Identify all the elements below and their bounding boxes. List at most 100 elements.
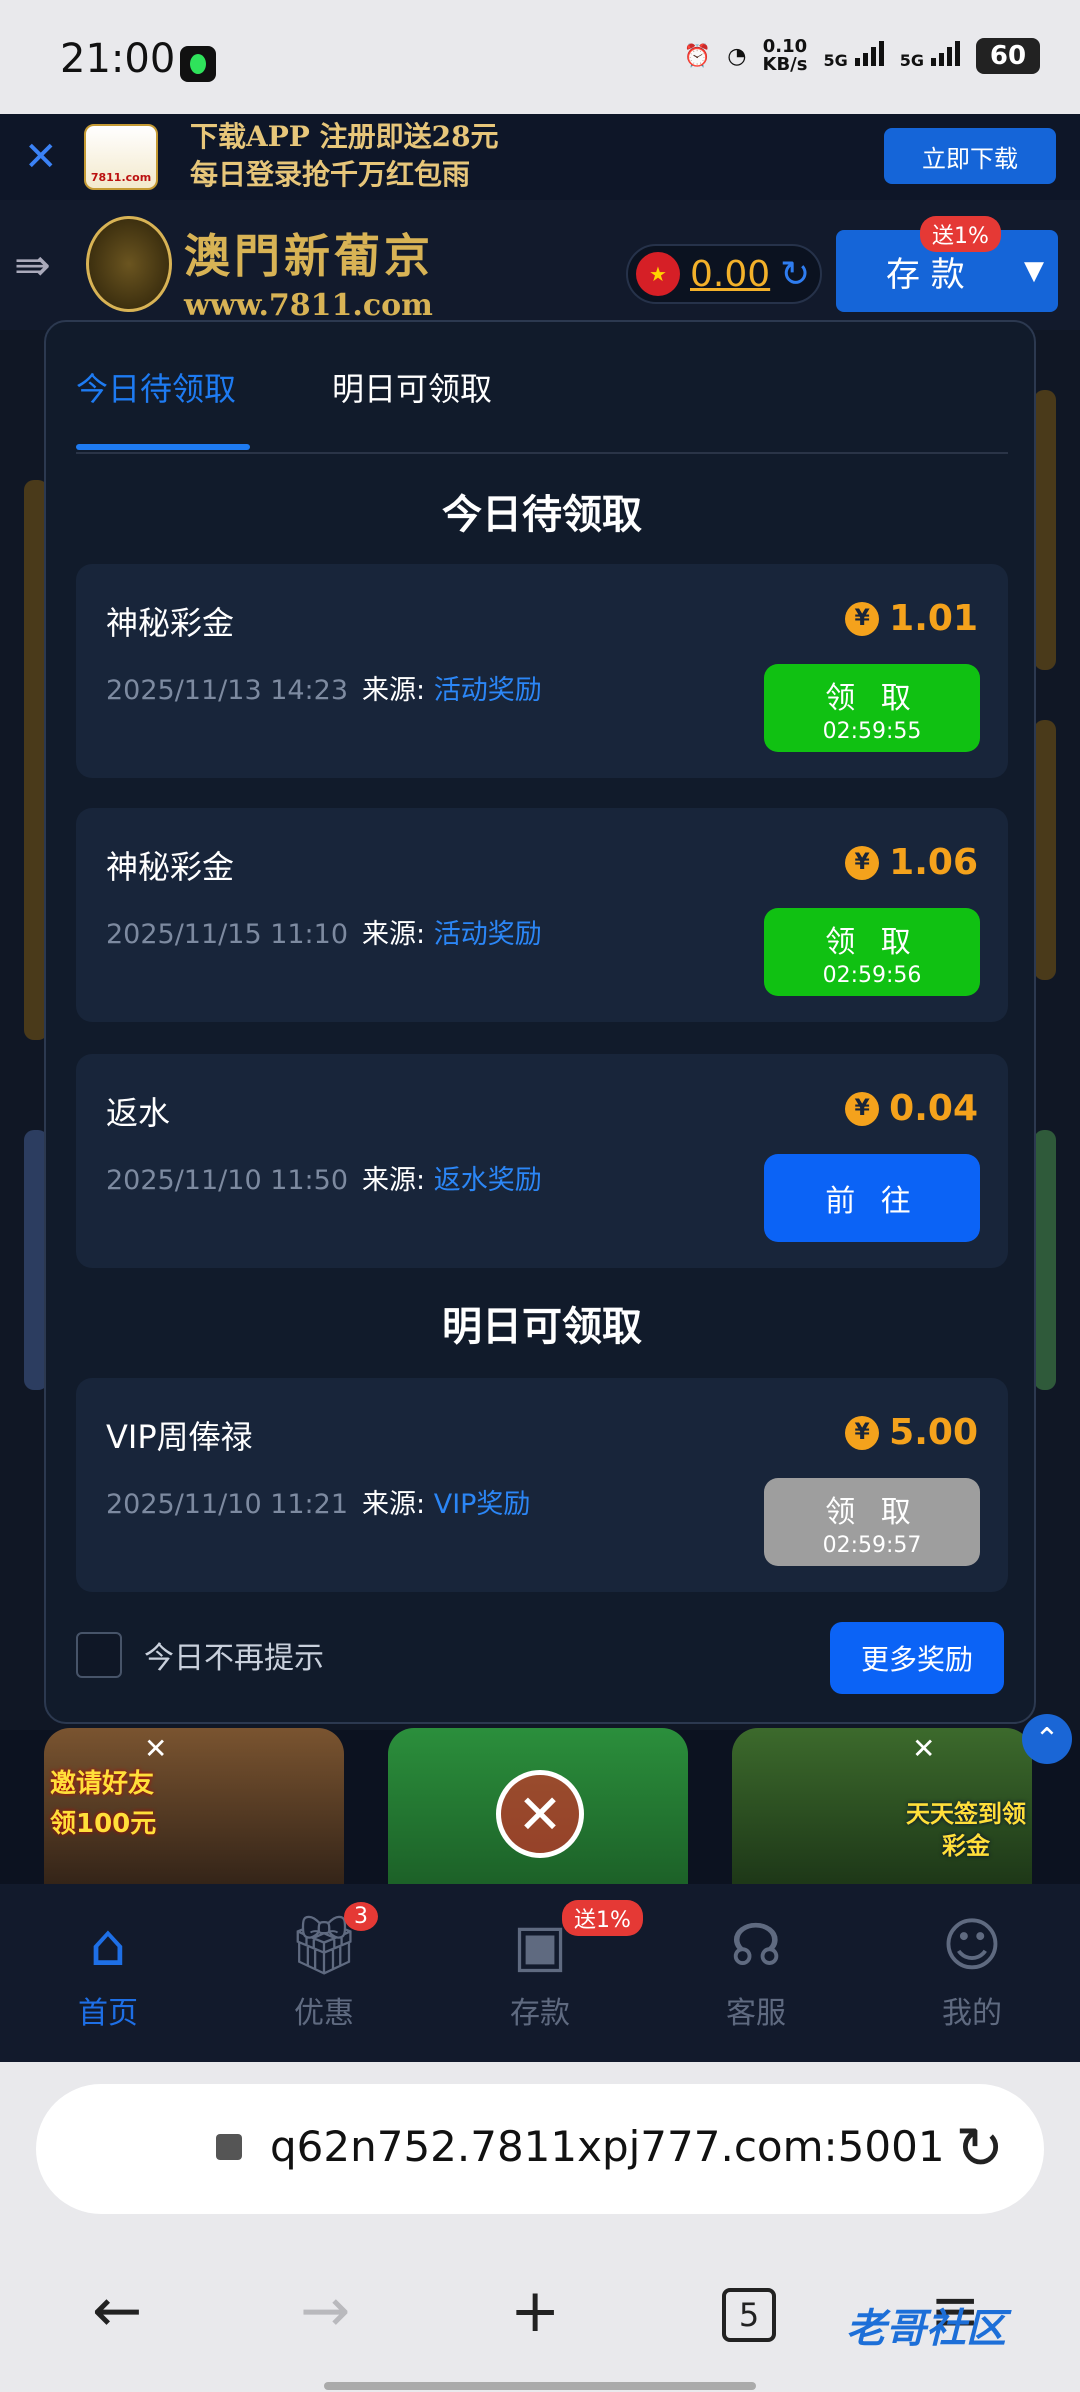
url-text[interactable]: q62n752.7811xpj777.com:5001 xyxy=(270,2122,945,2171)
invite-promo: 邀请好友领100元 xyxy=(50,1764,156,1844)
close-icon[interactable]: ✕ xyxy=(912,1732,935,1765)
background-tile xyxy=(1034,720,1056,980)
headset-icon: ☊ xyxy=(730,1911,782,1979)
reload-icon[interactable]: ↻ xyxy=(955,2114,1004,2182)
reward-name: 神秘彩金 xyxy=(106,604,235,642)
claim-label: 领 取 xyxy=(825,680,919,716)
reward-amount-value: 1.06 xyxy=(889,842,978,883)
claim-countdown: 02:59:55 xyxy=(822,718,922,744)
signal-2-label: 5G xyxy=(899,51,924,70)
nav-profile[interactable]: ☺ 我的 xyxy=(892,1908,1052,2032)
reward-meta: 2025/11/10 11:21 来源: VIP奖励 xyxy=(106,1482,530,1521)
tab-tomorrow[interactable]: 明日可领取 xyxy=(332,364,492,410)
go-label: 前 往 xyxy=(825,1184,919,1219)
chevron-down-icon[interactable]: ▼ xyxy=(1024,256,1044,286)
rewards-modal: 今日待领取 明日可领取 今日待领取 神秘彩金 ¥1.01 2025/11/13 … xyxy=(44,320,1036,1724)
status-icons: ⏰ ◔ 0.10 KB/s 5G 5G 60 xyxy=(684,38,1040,74)
invite-promo-line-1: 邀请好友 xyxy=(50,1769,155,1799)
claim-countdown: 02:59:56 xyxy=(822,962,922,988)
tab-today[interactable]: 今日待领取 xyxy=(76,364,236,410)
user-icon: ☺ xyxy=(941,1911,1003,1979)
dont-show-checkbox[interactable] xyxy=(76,1632,122,1678)
site-header: ⇛ 澳門新葡京 www.7811.com ★ 0.00 ↻ 存 款 ▼ 送1% xyxy=(0,200,1080,330)
claim-button-disabled[interactable]: 领 取 02:59:57 xyxy=(764,1478,980,1566)
invite-promo-line-2: 领100元 xyxy=(50,1809,157,1839)
scroll-top-icon[interactable]: ⌃ xyxy=(1022,1714,1072,1764)
game-card-signin[interactable]: ✕ 天天签到领 彩金 xyxy=(732,1728,1032,1898)
reward-meta: 2025/11/13 14:23 来源: 活动奖励 xyxy=(106,668,542,707)
reward-datetime: 2025/11/10 11:50 xyxy=(106,1165,349,1196)
reward-source: 活动奖励 xyxy=(433,919,542,950)
speedometer-icon: ◔ xyxy=(727,43,747,69)
reward-meta: 2025/11/10 11:50 来源: 返水奖励 xyxy=(106,1158,542,1197)
menu-icon[interactable]: ⇛ xyxy=(14,240,51,291)
app-notification-icon xyxy=(180,46,216,82)
nav-home[interactable]: ⌂ 首页 xyxy=(28,1908,188,2032)
deposit-badge: 送1% xyxy=(920,216,1001,252)
balance-pill[interactable]: ★ 0.00 ↻ xyxy=(626,244,822,304)
promo-line-2: 每日登录抢千万红包雨 xyxy=(190,158,471,191)
today-section-title: 今日待领取 xyxy=(442,492,642,538)
yen-coin-icon: ¥ xyxy=(845,1091,880,1126)
reward-amount-value: 0.04 xyxy=(889,1088,978,1129)
address-bar[interactable]: q62n752.7811xpj777.com:5001 ↻ xyxy=(36,2084,1044,2214)
refresh-icon[interactable]: ↻ xyxy=(780,254,810,295)
more-rewards-button[interactable]: 更多奖励 xyxy=(830,1622,1004,1694)
claim-countdown: 02:59:57 xyxy=(822,1532,922,1558)
game-card-invite[interactable]: ✕ 邀请好友领100元 xyxy=(44,1728,344,1898)
reward-datetime: 2025/11/13 14:23 xyxy=(106,675,349,706)
source-label: 来源: xyxy=(362,1165,426,1196)
china-flag-icon: ★ xyxy=(636,252,680,296)
nav-deposit-label: 存款 xyxy=(510,1996,570,2031)
deposit-nav-badge: 送1% xyxy=(562,1900,643,1936)
battery-icon: 60 xyxy=(976,38,1040,74)
yen-coin-icon: ¥ xyxy=(845,845,880,880)
dont-show-label: 今日不再提示 xyxy=(144,1641,324,1676)
claim-button[interactable]: 领 取 02:59:55 xyxy=(764,664,980,752)
home-icon: ⌂ xyxy=(89,1911,127,1979)
reward-card: VIP周俸禄 ¥5.00 2025/11/10 11:21 来源: VIP奖励 领… xyxy=(76,1378,1008,1592)
watermark: 老哥社区 xyxy=(846,2306,1006,2352)
tab-count[interactable]: 5 xyxy=(722,2288,776,2342)
go-button[interactable]: 前 往 xyxy=(764,1154,980,1242)
yen-coin-icon: ¥ xyxy=(845,1415,880,1450)
brand-url: www.7811.com xyxy=(184,288,433,323)
nav-home-label: 首页 xyxy=(78,1996,138,2031)
yen-coin-icon: ¥ xyxy=(845,601,880,636)
source-label: 来源: xyxy=(362,919,426,950)
reward-amount: ¥0.04 xyxy=(845,1088,978,1129)
reward-datetime: 2025/11/15 11:10 xyxy=(106,919,349,950)
reward-amount: ¥5.00 xyxy=(845,1412,978,1453)
nav-support[interactable]: ☊ 客服 xyxy=(676,1908,836,2032)
network-speed: 0.10 KB/s xyxy=(763,38,808,74)
forward-icon[interactable]: → xyxy=(300,2276,350,2346)
dont-show-today[interactable]: 今日不再提示 xyxy=(76,1632,324,1678)
source-label: 来源: xyxy=(362,675,426,706)
tomorrow-section-title: 明日可领取 xyxy=(442,1304,642,1350)
speed-unit: KB/s xyxy=(762,54,808,75)
close-icon[interactable]: ✕ xyxy=(144,1732,167,1765)
reward-card: 神秘彩金 ¥1.01 2025/11/13 14:23 来源: 活动奖励 领 取 … xyxy=(76,564,1008,778)
reward-name: 神秘彩金 xyxy=(106,848,235,886)
modal-tabs: 今日待领取 明日可领取 xyxy=(76,322,1008,454)
nav-promotions[interactable]: 🎁︎ 优惠 xyxy=(244,1908,404,2032)
reward-amount-value: 5.00 xyxy=(889,1412,978,1453)
reward-datetime: 2025/11/10 11:21 xyxy=(106,1489,349,1520)
reward-amount: ¥1.01 xyxy=(845,598,978,639)
signal-bars-icon xyxy=(931,40,960,66)
signal-bars-icon xyxy=(854,40,884,66)
download-now-button[interactable]: 立即下载 xyxy=(884,128,1056,184)
signin-promo-line-1: 天天签到领 xyxy=(906,1800,1026,1828)
close-icon[interactable]: ✕ xyxy=(24,134,58,180)
claim-button[interactable]: 领 取 02:59:56 xyxy=(764,908,980,996)
home-indicator[interactable] xyxy=(324,2382,756,2390)
back-icon[interactable]: ← xyxy=(92,2276,142,2346)
reward-source: VIP奖励 xyxy=(433,1489,531,1520)
web-app: ✕ 7811.com 下载APP 注册即送28元 每日登录抢千万红包雨 立即下载… xyxy=(0,114,1080,2062)
signal-2: 5G xyxy=(900,40,960,72)
brand: 澳門新葡京 www.7811.com xyxy=(184,220,434,323)
source-label: 来源: xyxy=(362,1489,426,1520)
reward-card: 返水 ¥0.04 2025/11/10 11:50 来源: 返水奖励 前 往 xyxy=(76,1054,1008,1268)
modal-close-icon[interactable]: ✕ xyxy=(496,1770,584,1858)
new-tab-icon[interactable]: + xyxy=(510,2276,560,2346)
